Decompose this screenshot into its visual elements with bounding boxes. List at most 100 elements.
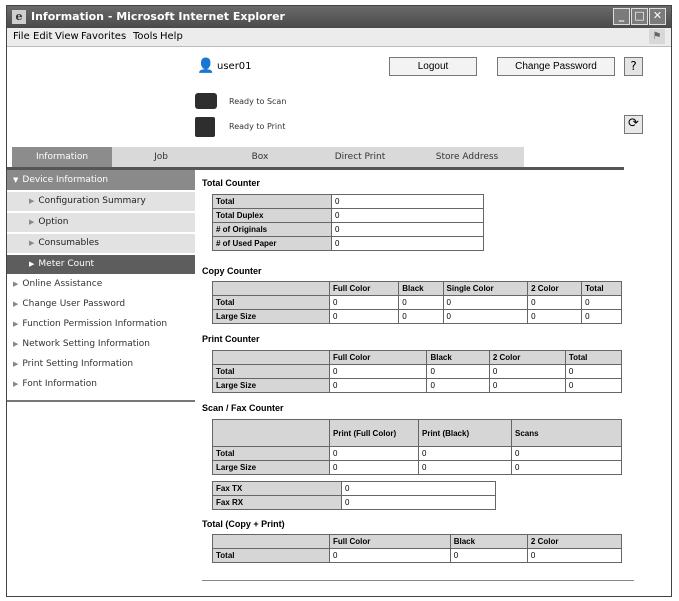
window-title: Information - Microsoft Internet Explore… (31, 10, 285, 23)
logout-button[interactable]: Logout (389, 57, 477, 76)
title-bar: e Information - Microsoft Internet Explo… (7, 6, 671, 28)
table-row: Total 0 (212, 194, 484, 209)
sidebar-item-label: Print Setting Information (22, 359, 134, 369)
menu-favorites[interactable]: Favorites (81, 31, 126, 42)
sidebar-item-font-information[interactable]: ▶ Font Information (7, 374, 195, 394)
row-label: Large Size (212, 460, 330, 475)
menu-edit[interactable]: Edit (33, 31, 52, 42)
table-header-row: Full Color Black 2 Color Total (212, 350, 623, 365)
table-header-row: Full Color Black 2 Color (212, 534, 623, 549)
menu-bar: File Edit View Favorites Tools Help ⚑ (7, 28, 671, 47)
column-header: Black (449, 534, 528, 549)
cell-value: 0 (331, 236, 484, 251)
table-row: Large Size 0 0 0 0 0 (212, 309, 622, 324)
table-row: Total Duplex 0 (212, 208, 484, 223)
cell-value: 0 (329, 446, 419, 461)
cell-value: 0 (488, 378, 566, 393)
cell-value: 0 (564, 364, 623, 379)
row-label: Fax TX (212, 481, 342, 496)
sidebar-sub-consumables[interactable]: ▶ Consumables (7, 232, 195, 253)
cell-value: 0 (331, 208, 484, 223)
tab-information[interactable]: Information (12, 147, 112, 167)
sidebar-item-label: Change User Password (22, 299, 126, 309)
maximize-button[interactable]: □ (631, 8, 648, 25)
total-copy-print-table: Full Color Black 2 Color Total 0 0 0 (212, 534, 623, 563)
content-divider (202, 580, 634, 581)
table-row: # of Used Paper 0 (212, 236, 484, 251)
column-header: Full Color (328, 350, 428, 365)
row-label: Fax RX (212, 495, 342, 510)
cell-value: 0 (418, 446, 512, 461)
scanner-icon (195, 93, 217, 109)
help-button[interactable]: ? (624, 57, 643, 76)
cell-value: 0 (527, 295, 583, 310)
print-counter-table: Full Color Black 2 Color Total Total 0 0… (212, 350, 623, 393)
tab-direct-print[interactable]: Direct Print (310, 147, 410, 167)
sidebar-item-function-permission[interactable]: ▶ Function Permission Information (7, 314, 195, 334)
tab-job[interactable]: Job (112, 147, 210, 167)
cell-value: 0 (341, 495, 496, 510)
close-button[interactable]: ✕ (649, 8, 666, 25)
sidebar-sub-meter-count[interactable]: ▶ Meter Count (7, 253, 195, 274)
scan-fax-counter-table: Print (Full Color) Print (Black) Scans T… (212, 419, 622, 475)
menu-help[interactable]: Help (160, 31, 183, 42)
sidebar: ▼ Device Information ▶ Configuration Summa… (7, 170, 195, 402)
section-title-copy-counter: Copy Counter (202, 266, 262, 276)
section-title-total-copy-print: Total (Copy + Print) (202, 519, 285, 529)
column-header: Single Color (442, 281, 529, 296)
row-label: Total (212, 364, 330, 379)
sidebar-device-information[interactable]: ▼ Device Information (7, 170, 195, 190)
cell-value: 0 (511, 460, 622, 475)
table-row: Total 0 0 0 (212, 548, 623, 563)
cell-value: 0 (488, 364, 566, 379)
row-label: Total Duplex (212, 208, 332, 223)
cell-value: 0 (426, 364, 490, 379)
sidebar-item-label: Online Assistance (22, 279, 103, 289)
sidebar-item-change-user-password[interactable]: ▶ Change User Password (7, 294, 195, 314)
change-password-button[interactable]: Change Password (497, 57, 615, 76)
sidebar-sub-label: Consumables (38, 238, 99, 248)
column-header: 2 Color (527, 281, 583, 296)
menu-file[interactable]: File (13, 31, 30, 42)
menu-view[interactable]: View (55, 31, 79, 42)
table-row: Total 0 0 0 0 0 (212, 295, 622, 310)
scan-status: Ready to Scan (229, 97, 287, 106)
row-label: # of Originals (212, 222, 332, 237)
sidebar-item-label: Font Information (22, 379, 97, 389)
column-header: Total (581, 281, 622, 296)
sidebar-item-label: Function Permission Information (22, 319, 168, 329)
print-status: Ready to Print (229, 122, 286, 131)
row-label: Large Size (212, 378, 330, 393)
column-header: 2 Color (526, 534, 623, 549)
column-header: Full Color (329, 534, 451, 549)
total-counter-table: Total 0 Total Duplex 0 # of Originals 0 # o… (212, 194, 484, 251)
sidebar-item-print-setting[interactable]: ▶ Print Setting Information (7, 354, 195, 374)
cell-value: 0 (564, 378, 623, 393)
sidebar-item-network-setting[interactable]: ▶ Network Setting Information (7, 334, 195, 354)
row-label: Total (212, 194, 332, 209)
minimize-button[interactable]: _ (613, 8, 630, 25)
menu-tools[interactable]: Tools (133, 31, 158, 42)
sidebar-divider (7, 400, 195, 402)
table-row: Fax TX 0 (212, 481, 496, 496)
column-header: Print (Full Color) (329, 419, 419, 447)
refresh-icon[interactable]: ⟳ (624, 115, 643, 134)
tab-box[interactable]: Box (210, 147, 310, 167)
sidebar-sub-option[interactable]: ▶ Option (7, 211, 195, 232)
cell-value: 0 (328, 378, 428, 393)
column-header: Full Color (328, 281, 400, 296)
sidebar-sub-configuration-summary[interactable]: ▶ Configuration Summary (7, 190, 195, 211)
tab-store-address[interactable]: Store Address (410, 147, 524, 167)
cell-value: 0 (426, 378, 490, 393)
sidebar-item-online-assistance[interactable]: ▶ Online Assistance (7, 274, 195, 294)
table-row: Fax RX 0 (212, 495, 496, 510)
row-label: # of Used Paper (212, 236, 332, 251)
cell-value: 0 (442, 309, 529, 324)
column-header: 2 Color (488, 350, 566, 365)
column-header: Scans (511, 419, 622, 447)
sidebar-head-label: Device Information (22, 175, 109, 185)
section-title-scan-fax-counter: Scan / Fax Counter (202, 403, 284, 413)
cell-value: 0 (398, 295, 444, 310)
cell-value: 0 (511, 446, 622, 461)
cell-value: 0 (442, 295, 529, 310)
